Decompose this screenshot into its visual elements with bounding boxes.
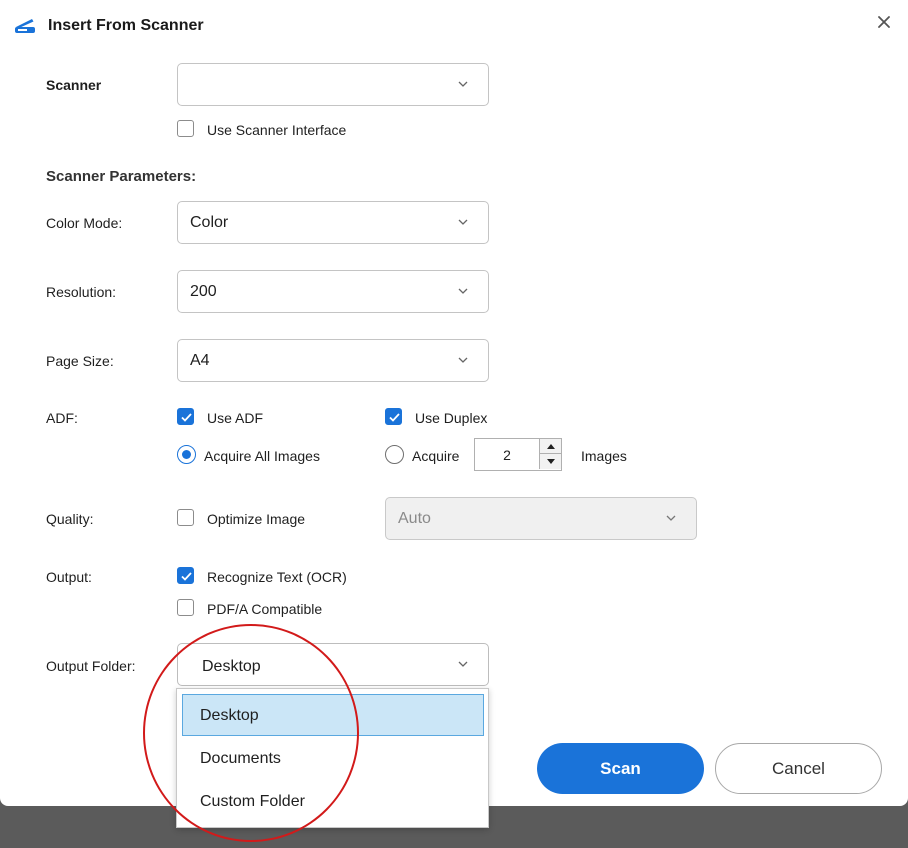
acquire-count-stepper[interactable]: 2: [474, 438, 562, 471]
color-mode-select[interactable]: Color: [177, 201, 489, 244]
acquire-radio[interactable]: [385, 445, 404, 464]
chevron-down-icon: [458, 288, 468, 294]
scanner-icon: [13, 14, 39, 36]
color-mode-value: Color: [190, 214, 229, 231]
optimize-image-checkbox[interactable]: [177, 509, 194, 526]
use-duplex-label: Use Duplex: [415, 410, 488, 426]
recognize-text-checkbox[interactable]: [177, 567, 194, 584]
acquire-all-radio[interactable]: [177, 445, 196, 464]
adf-label: ADF:: [46, 410, 78, 426]
images-suffix-label: Images: [581, 448, 627, 464]
resolution-label: Resolution:: [46, 284, 117, 300]
arrow-up-icon: [546, 443, 555, 449]
acquire-label: Acquire: [412, 448, 460, 464]
use-scanner-interface-checkbox[interactable]: [177, 120, 194, 137]
output-folder-label: Output Folder:: [46, 658, 136, 674]
arrow-down-icon: [546, 459, 555, 464]
increment-button[interactable]: [539, 439, 561, 454]
use-scanner-interface-label: Use Scanner Interface: [207, 122, 347, 138]
chevron-down-icon: [458, 357, 468, 363]
chevron-down-icon: [458, 219, 468, 225]
output-label: Output:: [46, 569, 92, 585]
use-adf-checkbox[interactable]: [177, 408, 194, 425]
output-folder-value: Desktop: [202, 658, 261, 675]
scanner-select[interactable]: [177, 63, 489, 106]
chevron-down-icon: [458, 81, 468, 87]
use-adf-label: Use ADF: [207, 410, 264, 426]
decrement-button[interactable]: [539, 454, 561, 469]
chevron-down-icon: [666, 515, 676, 521]
scanner-label: Scanner: [46, 77, 102, 93]
output-folder-dropdown: Desktop Documents Custom Folder: [176, 688, 489, 828]
quality-level-select: Auto: [385, 497, 697, 540]
checkmark-icon: [181, 413, 192, 422]
acquire-count-value[interactable]: 2: [475, 447, 539, 463]
chevron-down-icon: [458, 661, 468, 667]
dialog-title: Insert From Scanner: [48, 17, 204, 34]
output-folder-select[interactable]: Desktop: [177, 643, 489, 686]
checkmark-icon: [389, 413, 400, 422]
checkmark-icon: [181, 572, 192, 581]
recognize-text-label: Recognize Text (OCR): [207, 569, 347, 585]
cancel-button[interactable]: Cancel: [715, 743, 882, 794]
page-size-value: A4: [190, 352, 210, 369]
use-duplex-checkbox[interactable]: [385, 408, 402, 425]
quality-label: Quality:: [46, 511, 94, 527]
insert-from-scanner-dialog: Insert From Scanner Scanner Use Scanner …: [0, 0, 908, 806]
dropdown-option-desktop[interactable]: Desktop: [182, 694, 484, 736]
acquire-all-label: Acquire All Images: [204, 448, 320, 464]
resolution-value: 200: [190, 283, 217, 300]
color-mode-label: Color Mode:: [46, 215, 123, 231]
pdfa-compatible-label: PDF/A Compatible: [207, 601, 323, 617]
scan-button[interactable]: Scan: [537, 743, 704, 794]
close-button[interactable]: [872, 10, 896, 34]
scanner-parameters-heading: Scanner Parameters:: [46, 168, 197, 185]
dropdown-option-documents[interactable]: Documents: [182, 737, 484, 779]
close-icon: [878, 16, 890, 28]
optimize-image-label: Optimize Image: [207, 511, 306, 527]
page-size-label: Page Size:: [46, 353, 114, 369]
quality-level-value: Auto: [398, 510, 431, 527]
title-bar: Insert From Scanner: [0, 0, 908, 52]
pdfa-compatible-checkbox[interactable]: [177, 599, 194, 616]
resolution-select[interactable]: 200: [177, 270, 489, 313]
page-size-select[interactable]: A4: [177, 339, 489, 382]
dropdown-option-custom-folder[interactable]: Custom Folder: [182, 780, 484, 822]
